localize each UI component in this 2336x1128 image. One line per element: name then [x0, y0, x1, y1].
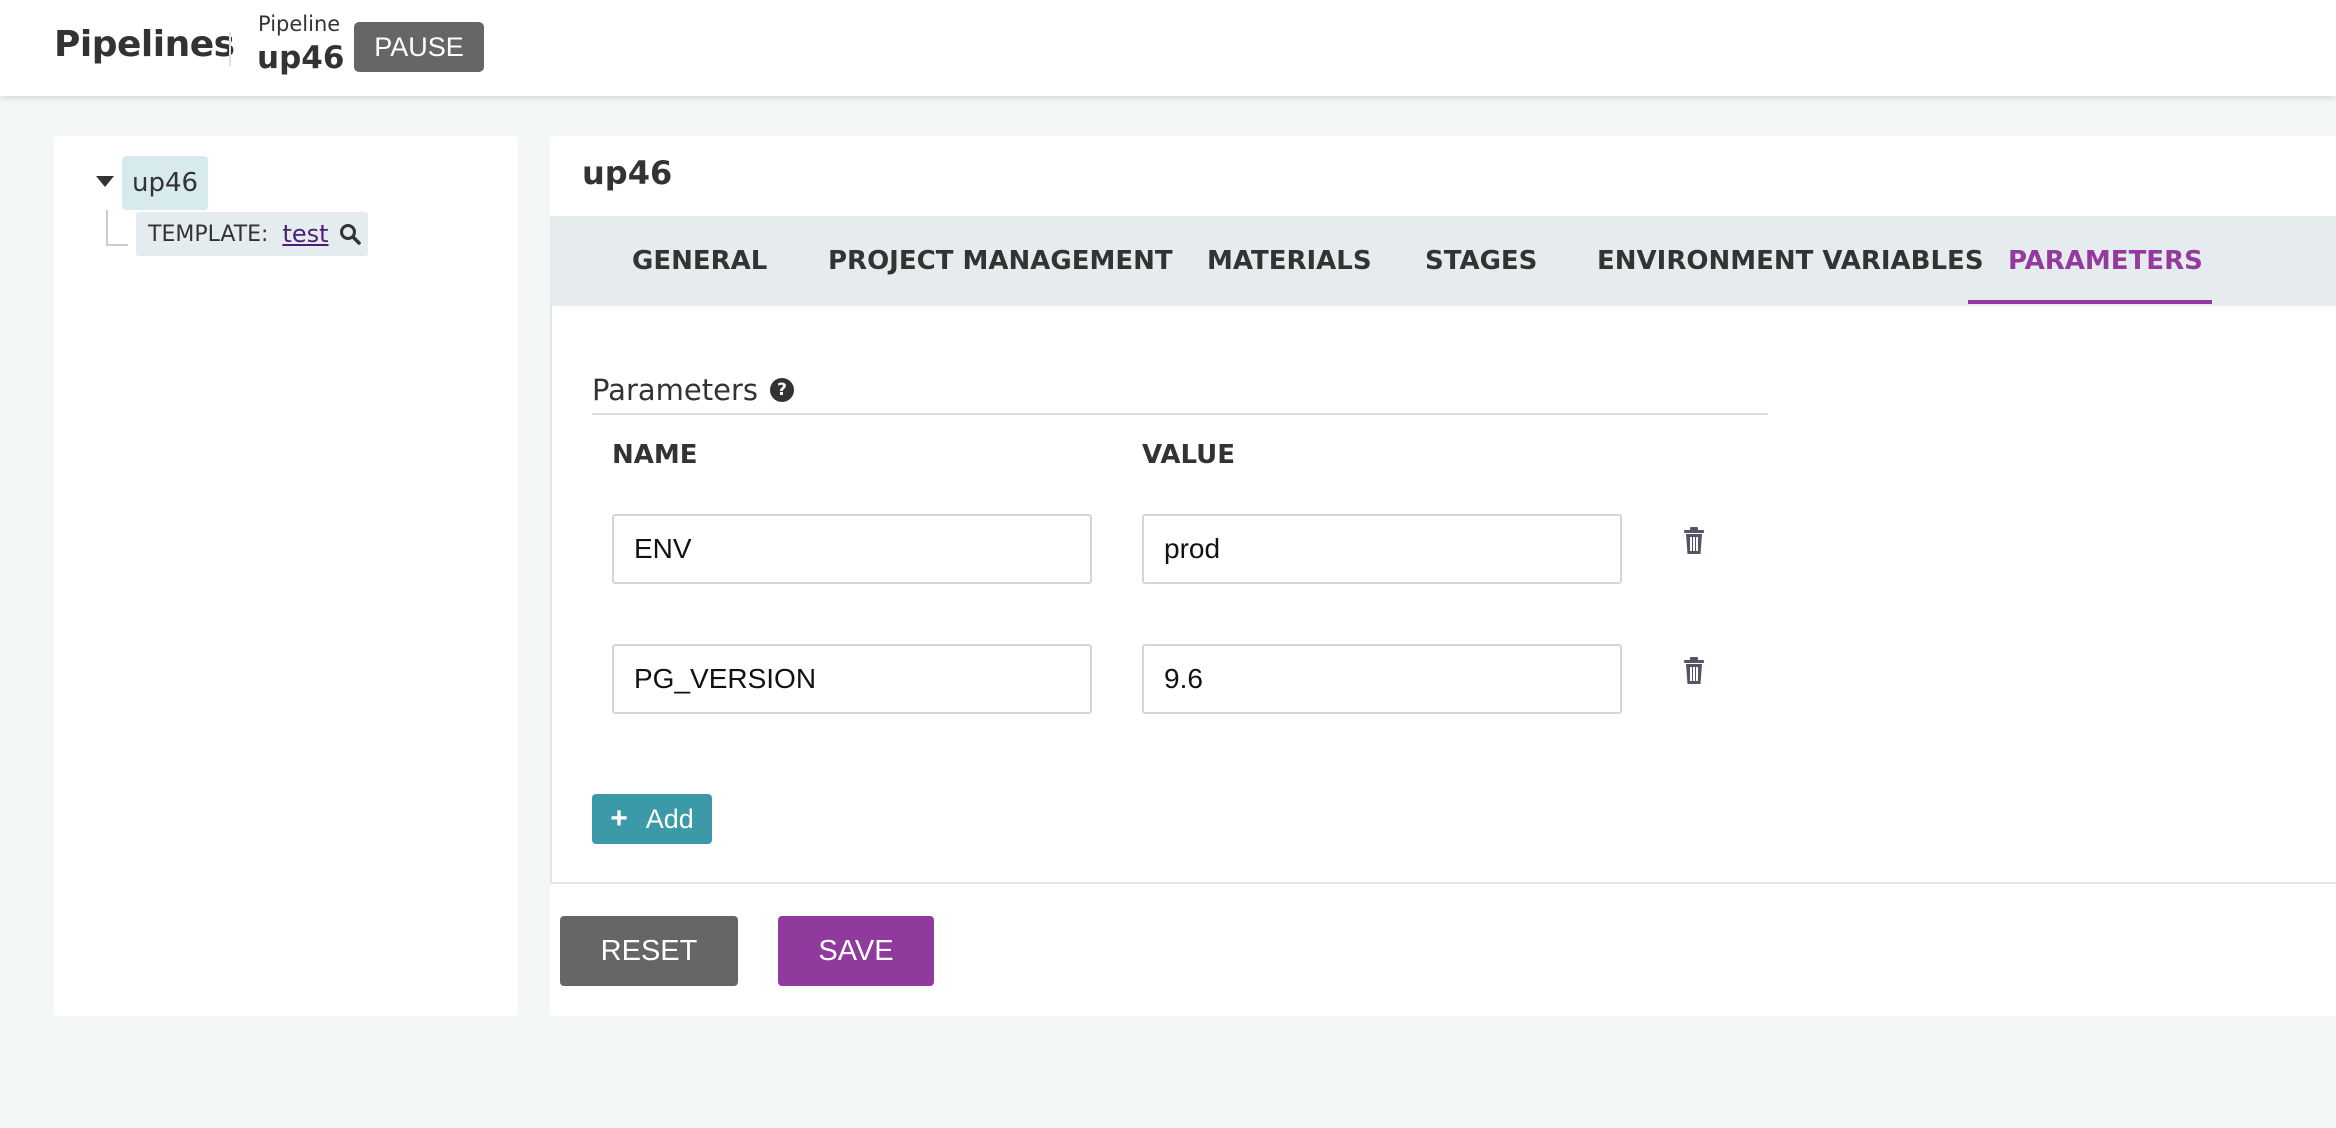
template-label: TEMPLATE:: [148, 221, 269, 247]
tree-template-item: TEMPLATE: test: [136, 212, 368, 256]
section-divider: [592, 413, 1768, 415]
pipeline-title: up46: [582, 154, 673, 192]
param-value-input[interactable]: [1142, 514, 1622, 584]
parameters-section-title: Parameters ?: [592, 373, 794, 407]
parameters-content: [550, 306, 2336, 884]
tree-root-pipeline[interactable]: up46: [122, 156, 209, 210]
plus-icon: +: [610, 802, 628, 835]
reset-button[interactable]: RESET: [560, 916, 738, 986]
trash-icon[interactable]: [1683, 657, 1705, 685]
tab-materials[interactable]: MATERIALS: [1207, 216, 1372, 306]
tab-general[interactable]: GENERAL: [632, 216, 767, 306]
param-name-input[interactable]: [612, 644, 1092, 714]
question-circle-icon[interactable]: ?: [770, 378, 794, 402]
param-value-input[interactable]: [1142, 644, 1622, 714]
column-header-value: VALUE: [1142, 440, 1235, 470]
column-header-name: NAME: [612, 440, 698, 470]
active-tab-indicator: [1968, 300, 2212, 304]
add-parameter-button[interactable]: + Add: [592, 794, 712, 844]
pipeline-name: up46: [257, 40, 345, 76]
param-name-input[interactable]: [612, 514, 1092, 584]
parameters-heading: Parameters: [592, 373, 758, 407]
tab-project-management[interactable]: PROJECT MANAGEMENT: [828, 216, 1173, 306]
tree-connector: [106, 210, 128, 246]
tab-parameters[interactable]: PARAMETERS: [2008, 216, 2203, 306]
pipeline-tree-panel: [54, 136, 518, 1016]
tab-stages[interactable]: STAGES: [1425, 216, 1537, 306]
pause-button[interactable]: PAUSE: [354, 22, 484, 72]
save-button[interactable]: SAVE: [778, 916, 934, 986]
trash-icon[interactable]: [1683, 527, 1705, 555]
page-title[interactable]: Pipelines: [54, 24, 235, 65]
search-icon[interactable]: [339, 223, 361, 245]
top-header: Pipelines Pipeline up46 PAUSE: [0, 0, 2336, 96]
header-divider: [229, 32, 231, 66]
template-link[interactable]: test: [282, 220, 328, 248]
caret-down-icon[interactable]: [96, 176, 114, 187]
add-label: Add: [645, 803, 694, 834]
tab-environment-variables[interactable]: ENVIRONMENT VARIABLES: [1597, 216, 1984, 306]
pipeline-label: Pipeline: [258, 12, 341, 36]
